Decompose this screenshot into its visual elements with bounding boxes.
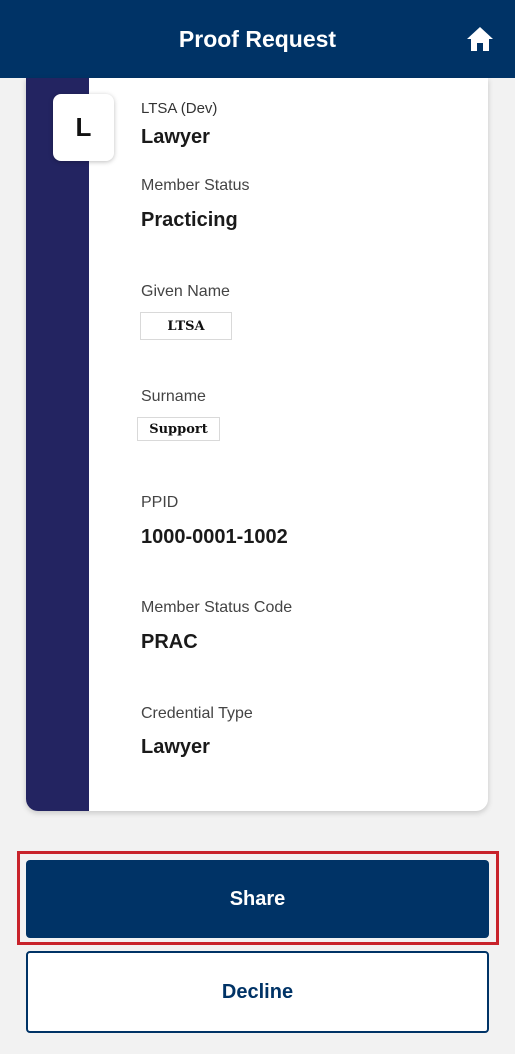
credential-name: Lawyer [141, 126, 210, 148]
home-icon [467, 27, 493, 51]
attribute-label: Surname [141, 388, 206, 405]
attribute-label: Credential Type [141, 705, 253, 722]
issuer-name: LTSA (Dev) [141, 100, 218, 117]
decline-button[interactable]: Decline [26, 951, 489, 1033]
home-button[interactable] [465, 25, 495, 53]
surname-image: Support [137, 417, 220, 441]
share-button[interactable]: Share [26, 860, 489, 938]
app-header: Proof Request [0, 0, 515, 78]
attribute-label: PPID [141, 494, 179, 511]
attribute-value: Practicing [141, 209, 238, 231]
attribute-label: Member Status [141, 177, 250, 194]
credential-card: L LTSA (Dev) Lawyer Member Status Practi… [26, 78, 488, 811]
attribute-value: PRAC [141, 631, 198, 653]
attribute-value: 1000-0001-1002 [141, 526, 288, 548]
credential-logo: L [53, 94, 114, 161]
attribute-label: Given Name [141, 283, 230, 300]
attribute-label: Member Status Code [141, 599, 293, 616]
page-title: Proof Request [178, 25, 337, 52]
given-name-image: LTSA [140, 312, 232, 340]
attribute-value: Lawyer [141, 736, 210, 758]
card-stripe [26, 78, 89, 811]
